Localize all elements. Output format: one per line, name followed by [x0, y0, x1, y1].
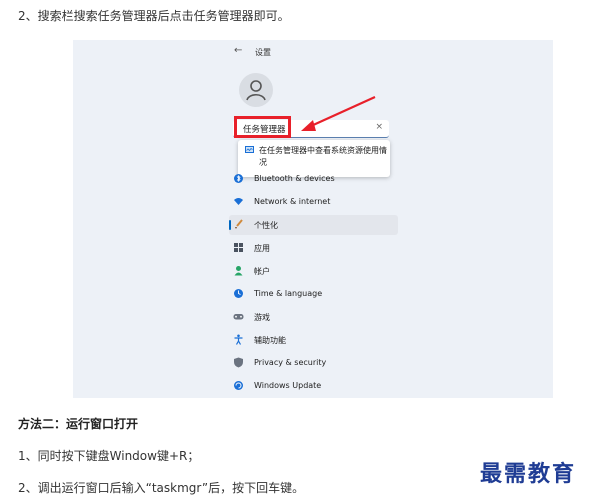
shield-icon — [234, 357, 243, 368]
task-manager-icon — [245, 146, 254, 153]
account-icon — [234, 266, 243, 276]
method-2-step-1: 1、同时按下键盘Window键+R； — [18, 449, 200, 463]
brush-icon — [235, 219, 243, 229]
globe-clock-icon — [234, 289, 243, 298]
nav-item-label: Time & language — [254, 289, 323, 298]
suggestion-text: 在任务管理器中查看系统资源使用情况 — [259, 146, 387, 167]
bluetooth-icon — [234, 174, 243, 183]
search-suggestion[interactable]: 在任务管理器中查看系统资源使用情况 — [238, 140, 390, 177]
gamepad-icon — [233, 314, 244, 320]
update-icon — [234, 381, 243, 390]
nav-item-label: 辅助功能 — [254, 336, 286, 345]
accessibility-icon — [234, 334, 243, 345]
method-2-step-2: 2、调出运行窗口后输入“taskmgr”后，按下回车键。 — [18, 481, 305, 495]
nav-item-label: 应用 — [254, 244, 270, 253]
method-2-heading: 方法二：运行窗口打开 — [18, 417, 139, 431]
apps-icon — [234, 243, 243, 252]
nav-item-label: 个性化 — [254, 221, 278, 230]
nav-item-label: 游戏 — [254, 313, 270, 322]
wifi-icon — [234, 198, 243, 205]
settings-screenshot: ← 设置 任务管理器 × 在任务管理器中查看系统资源使用情况 Bluetooth… — [73, 40, 553, 398]
nav-item-label: Privacy & security — [254, 358, 327, 367]
nav-item-label: Windows Update — [254, 381, 322, 390]
watermark-logo: 最需教育 — [480, 461, 577, 487]
nav-item-label: Network & internet — [254, 197, 331, 206]
nav-item-label: Bluetooth & devices — [254, 174, 335, 183]
step-2-instruction: 2、搜索栏搜索任务管理器后点击任务管理器即可。 — [18, 9, 290, 23]
nav-item-label: 帐户 — [254, 267, 270, 276]
